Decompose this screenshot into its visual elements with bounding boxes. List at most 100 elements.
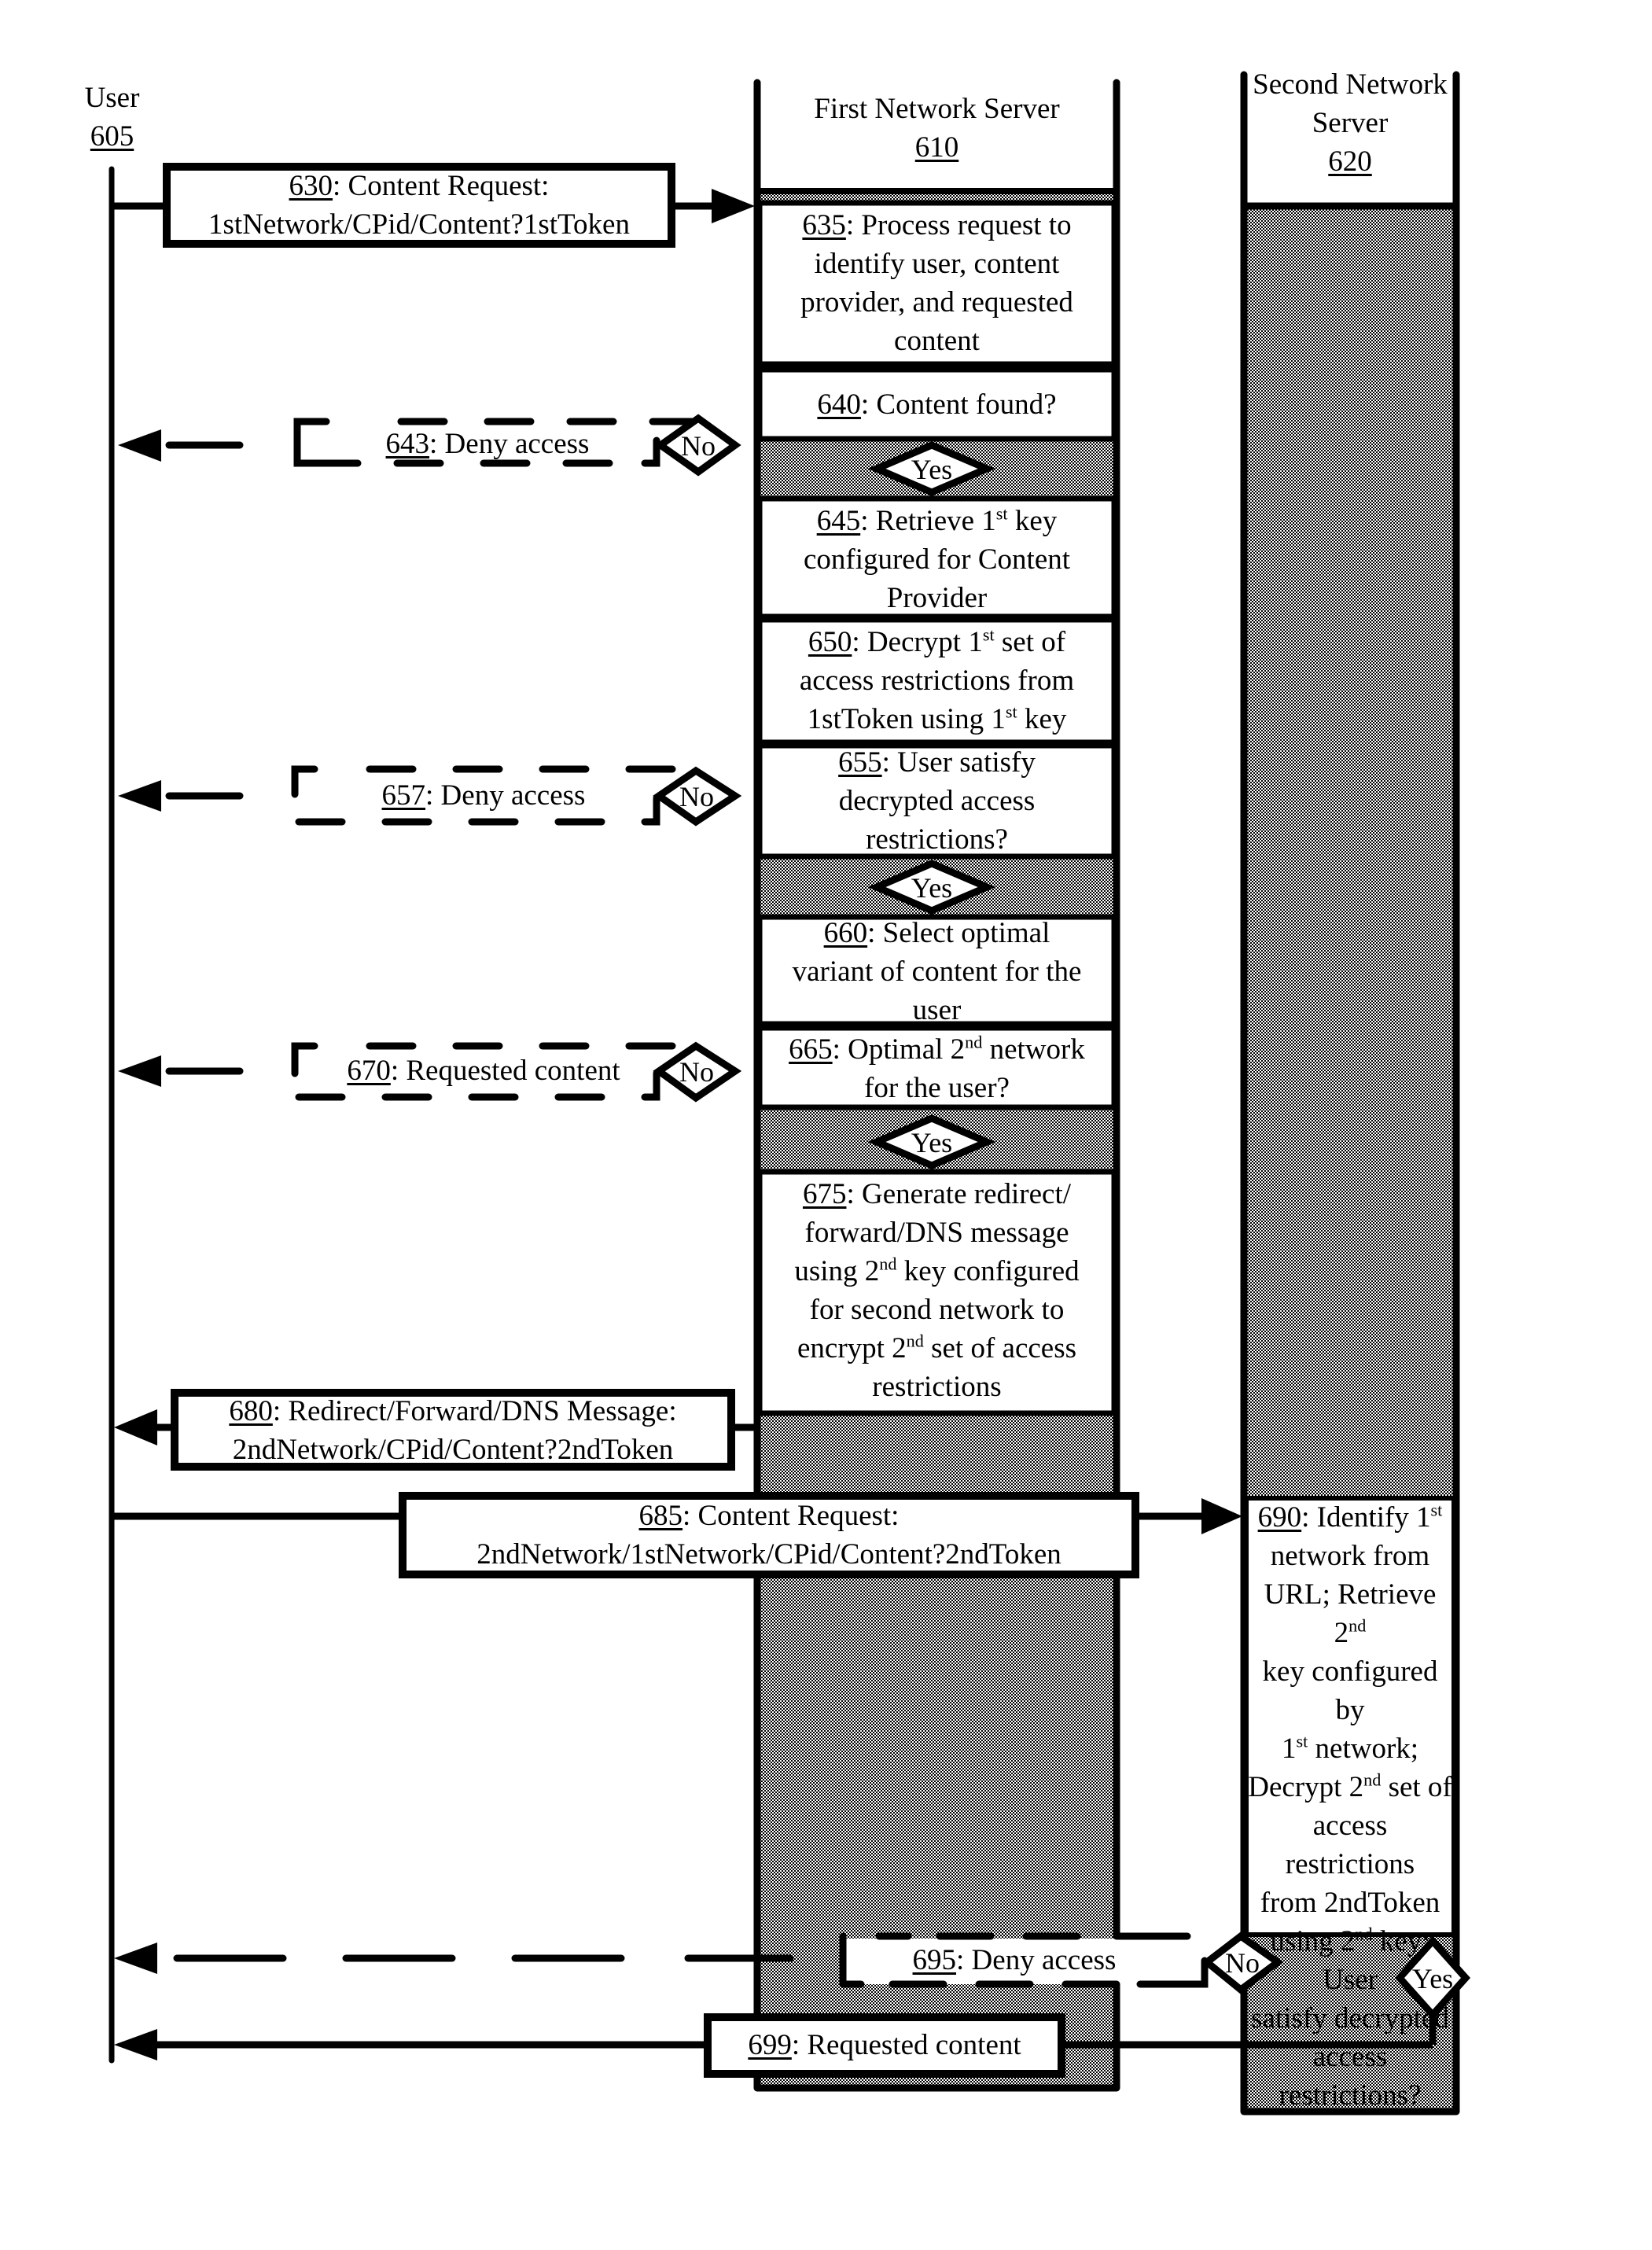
step-660-line: : Select optimal xyxy=(867,917,1050,949)
step-690-line: access restrictions? xyxy=(1279,2041,1422,2112)
step-675-sup: nd xyxy=(906,1331,924,1351)
step-650-line: access restrictions from xyxy=(799,665,1075,697)
step-660-line: variant of content for the xyxy=(792,956,1082,988)
step-690-text: network; xyxy=(1308,1733,1419,1765)
message-680-line1: : Redirect/Forward/DNS Message: xyxy=(272,1395,677,1427)
step-690: 690: Identify 1st network from URL; Retr… xyxy=(1246,1498,1454,2115)
step-640-line: : Content found? xyxy=(860,389,1057,421)
step-690-sup: st xyxy=(1430,1500,1443,1520)
step-675-line: forward/DNS message xyxy=(804,1217,1069,1249)
no-label-690: No xyxy=(1225,1947,1260,1979)
message-685-ref: 685 xyxy=(638,1500,683,1532)
participant-user: User 605 xyxy=(47,79,177,156)
message-657-ref: 657 xyxy=(381,779,426,812)
step-655: 655: User satisfy decrypted access restr… xyxy=(760,743,1114,859)
message-695-ref: 695 xyxy=(912,1944,957,1976)
step-655-ref: 655 xyxy=(838,746,882,779)
step-645-text: : Retrieve 1 xyxy=(860,505,996,537)
step-645-line: Provider xyxy=(886,582,988,614)
step-690-line: satisfy decrypted xyxy=(1251,2002,1449,2035)
step-660-line: user xyxy=(912,994,962,1026)
participant-second-server-name-line2: Server xyxy=(1312,107,1389,139)
step-690-line: network from xyxy=(1270,1540,1430,1572)
step-635-line: content xyxy=(894,325,980,357)
no-label-665: No xyxy=(679,1056,714,1088)
participant-user-ref: 605 xyxy=(90,120,134,153)
step-665-ref: 665 xyxy=(789,1033,833,1066)
step-660-ref: 660 xyxy=(823,917,868,949)
participant-second-server-name-line1: Second Network xyxy=(1253,68,1448,101)
step-690-text: : Identify 1 xyxy=(1301,1501,1431,1534)
yes-label-690: Yes xyxy=(1411,1963,1454,1994)
yes-label-655: Yes xyxy=(911,872,953,904)
step-640: 640: Content found? xyxy=(760,385,1114,424)
message-699-text: : Requested content xyxy=(791,2029,1021,2061)
step-665-line: for the user? xyxy=(864,1072,1010,1104)
step-675-text: using 2 xyxy=(794,1255,880,1287)
step-690-sup: st xyxy=(1296,1731,1308,1751)
step-650-text: 1stToken using 1 xyxy=(807,703,1006,735)
step-690-sup: nd xyxy=(1355,1924,1373,1944)
message-685-line1: : Content Request: xyxy=(683,1500,900,1532)
step-675-sup: nd xyxy=(879,1254,897,1274)
step-660: 660: Select optimal variant of content f… xyxy=(760,914,1114,1029)
step-635-ref: 635 xyxy=(802,209,846,241)
message-630-label: 630: Content Request: 1stNetwork/CPid/Co… xyxy=(175,167,664,244)
step-690-line: access restrictions xyxy=(1285,1810,1415,1880)
participant-first-server-ref: 610 xyxy=(914,131,959,164)
message-630-ref: 630 xyxy=(289,170,333,202)
step-650-sup: st xyxy=(1005,702,1017,722)
step-690-text: set of xyxy=(1381,1771,1452,1803)
step-655-line: restrictions? xyxy=(866,823,1008,856)
message-699-ref: 699 xyxy=(748,2029,792,2061)
step-650-text: set of xyxy=(994,626,1066,658)
step-675-ref: 675 xyxy=(802,1178,847,1210)
message-695-label: 695: Deny access xyxy=(849,1941,1179,1979)
participant-second-server: Second Network Server 620 xyxy=(1248,65,1452,181)
message-680-ref: 680 xyxy=(229,1395,273,1427)
step-675-text: encrypt 2 xyxy=(797,1332,907,1364)
step-665-text: network xyxy=(982,1033,1085,1066)
message-699-label: 699: Requested content xyxy=(712,2026,1058,2064)
step-690-sup: nd xyxy=(1348,1615,1367,1636)
message-680-label: 680: Redirect/Forward/DNS Message: 2ndNe… xyxy=(182,1392,723,1469)
step-635-line: : Process request to xyxy=(845,209,1072,241)
no-label-640: No xyxy=(681,430,716,462)
step-655-line: : User satisfy xyxy=(881,746,1036,779)
step-675-text: set of access xyxy=(923,1332,1077,1364)
no-label-655: No xyxy=(679,781,714,812)
step-690-text: using 2 xyxy=(1270,1925,1356,1957)
step-650-text: key xyxy=(1017,703,1067,735)
step-675-line: for second network to xyxy=(809,1294,1065,1326)
step-635-line: provider, and requested xyxy=(800,286,1073,319)
message-695-text: : Deny access xyxy=(956,1944,1117,1976)
step-690-text: URL; Retrieve 2 xyxy=(1264,1578,1437,1649)
message-657-text: : Deny access xyxy=(425,779,586,812)
step-665: 665: Optimal 2nd network for the user? xyxy=(760,1030,1114,1107)
yes-label-640: Yes xyxy=(911,454,953,485)
message-630-line1: : Content Request: xyxy=(333,170,550,202)
participant-first-server-name: First Network Server xyxy=(814,93,1060,125)
message-670-label: 670: Requested content xyxy=(311,1051,657,1090)
step-675-text: key configured xyxy=(896,1255,1080,1287)
step-635: 635: Process request to identify user, c… xyxy=(760,206,1114,360)
message-657-label: 657: Deny access xyxy=(322,776,645,815)
step-690-line: key configured by xyxy=(1262,1655,1438,1726)
step-650-ref: 650 xyxy=(808,626,852,658)
step-690-text: Decrypt 2 xyxy=(1248,1771,1364,1803)
step-650: 650: Decrypt 1st set of access restricti… xyxy=(760,623,1114,738)
message-670-text: : Requested content xyxy=(390,1055,620,1087)
step-655-line: decrypted access xyxy=(838,785,1036,817)
step-645-ref: 645 xyxy=(816,505,861,537)
step-690-ref: 690 xyxy=(1257,1501,1302,1534)
step-690-sup: nd xyxy=(1363,1769,1382,1790)
step-650-text: : Decrypt 1 xyxy=(852,626,983,658)
step-650-sup: st xyxy=(982,624,995,645)
step-675-line: restrictions xyxy=(872,1371,1002,1403)
message-685-label: 685: Content Request: 2ndNetwork/1stNetw… xyxy=(410,1497,1128,1574)
step-690-text: 1 xyxy=(1281,1733,1297,1765)
message-680-line2: 2ndNetwork/CPid/Content?2ndToken xyxy=(232,1434,674,1466)
message-643-label: 643: Deny access xyxy=(330,425,645,463)
yes-label-665: Yes xyxy=(911,1127,953,1158)
step-645: 645: Retrieve 1st key configured for Con… xyxy=(760,502,1114,617)
